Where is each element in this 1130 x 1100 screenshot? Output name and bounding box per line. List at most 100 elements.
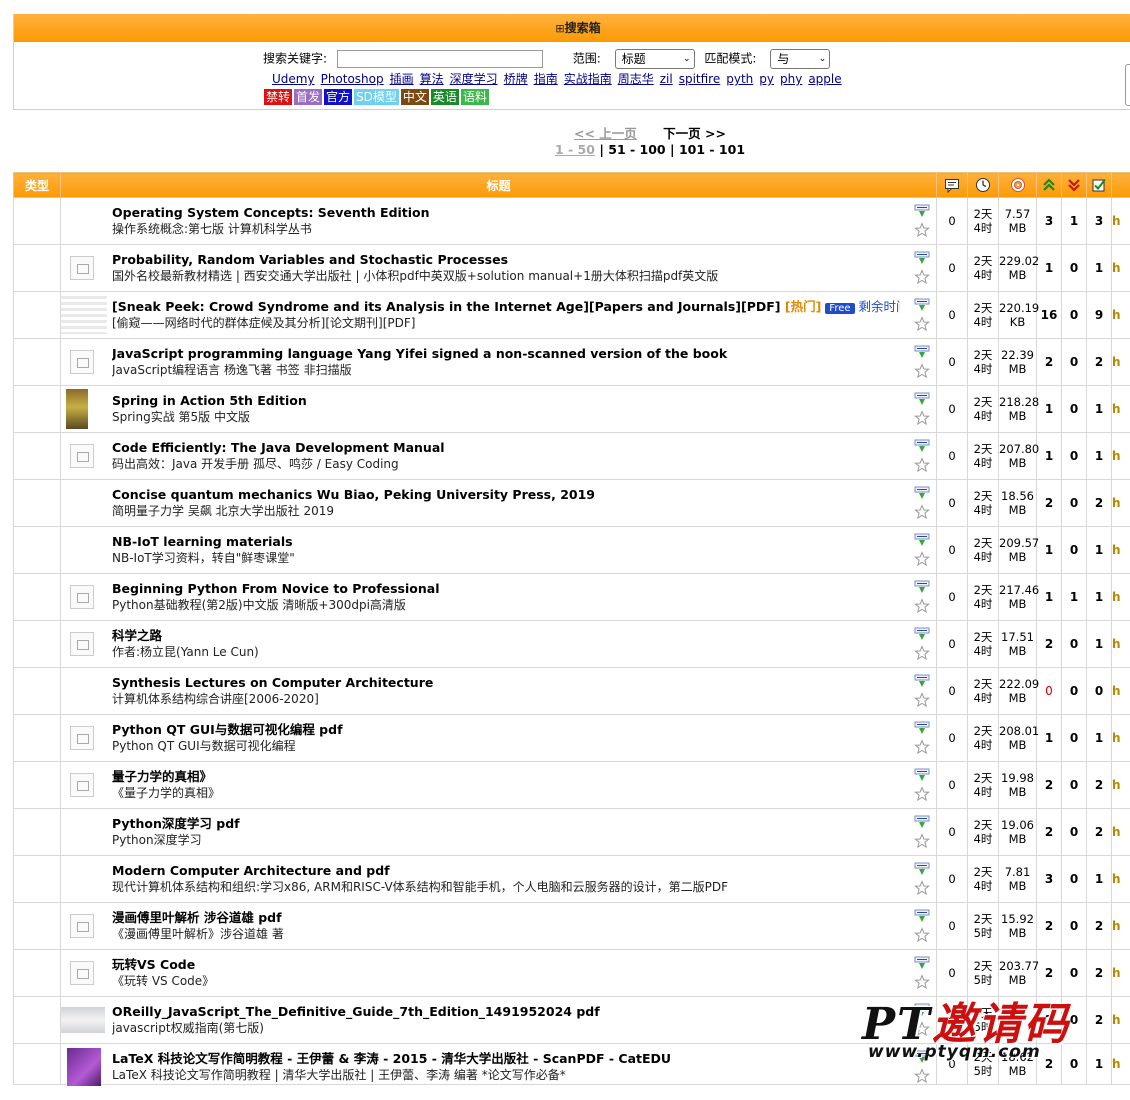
col-time-header[interactable] — [967, 172, 999, 198]
torrent-title-link[interactable]: LaTeX 科技论文写作简明教程 - 王伊蕾 & 李涛 - 2015 - 清华大… — [112, 1051, 671, 1066]
uploader-link[interactable]: h — [1111, 244, 1130, 292]
comments-count[interactable]: 0 — [936, 949, 968, 997]
star-icon[interactable] — [914, 833, 930, 849]
download-icon[interactable] — [914, 298, 930, 312]
star-icon[interactable] — [914, 927, 930, 943]
seeders-count[interactable]: 1 — [1036, 714, 1062, 762]
keyword-input[interactable] — [336, 49, 543, 68]
torrent-title-link[interactable]: OReilly_JavaScript_The_Definitive_Guide_… — [112, 1004, 600, 1019]
uploader-link[interactable]: h — [1111, 479, 1130, 527]
completed-count[interactable]: 3 — [1086, 197, 1112, 245]
star-icon[interactable] — [914, 410, 930, 426]
torrent-title-link[interactable]: Synthesis Lectures on Computer Architect… — [112, 675, 433, 690]
torrent-title-link[interactable]: 漫画傅里叶解析 涉谷道雄 pdf — [112, 910, 282, 925]
quick-link[interactable]: 深度学习 — [450, 72, 498, 86]
completed-count[interactable]: 1 — [1086, 620, 1112, 668]
comments-count[interactable]: 0 — [936, 197, 968, 245]
cover-thumbnail[interactable] — [67, 1048, 101, 1086]
search-box-header[interactable]: ⊞搜索箱 — [14, 14, 1130, 42]
leechers-count[interactable]: 0 — [1061, 902, 1087, 950]
completed-count[interactable]: 2 — [1086, 949, 1112, 997]
comments-count[interactable]: 0 — [936, 902, 968, 950]
leechers-count[interactable]: 0 — [1061, 385, 1087, 433]
uploader-link[interactable]: h — [1111, 1043, 1130, 1085]
uploader-link[interactable]: h — [1111, 573, 1130, 621]
quick-link[interactable]: 桥牌 — [504, 72, 528, 86]
col-comments-header[interactable] — [936, 172, 968, 198]
scope-select[interactable]: 标题 ⌄ — [614, 48, 695, 69]
uploader-link[interactable]: h — [1111, 620, 1130, 668]
seeders-count[interactable]: 2 — [1036, 479, 1062, 527]
comments-count[interactable]: 0 — [936, 667, 968, 715]
uploader-link[interactable]: h — [1111, 526, 1130, 574]
download-icon[interactable] — [914, 862, 930, 876]
quick-link[interactable]: 指南 — [534, 72, 558, 86]
col-uploader-header[interactable] — [1111, 172, 1130, 198]
comments-count[interactable]: 0 — [936, 1043, 968, 1085]
torrent-title-link[interactable]: Probability, Random Variables and Stocha… — [112, 252, 508, 267]
expand-toggle-icon[interactable]: ⊞ — [555, 22, 564, 35]
leechers-count[interactable]: 0 — [1061, 855, 1087, 903]
seeders-count[interactable]: 1 — [1036, 244, 1062, 292]
prev-page-link[interactable]: << 上一页 — [574, 126, 637, 141]
seeders-count[interactable]: 2 — [1036, 1043, 1062, 1085]
leechers-count[interactable]: 0 — [1061, 1043, 1087, 1085]
tag-filter[interactable]: 中文 — [400, 89, 429, 105]
torrent-title-link[interactable]: NB-IoT learning materials — [112, 534, 293, 549]
col-seeders-header[interactable] — [1036, 172, 1062, 198]
leechers-count[interactable]: 0 — [1061, 996, 1087, 1044]
star-icon[interactable] — [914, 269, 930, 285]
uploader-link[interactable]: h — [1111, 197, 1130, 245]
leechers-count[interactable]: 0 — [1061, 761, 1087, 809]
download-icon[interactable] — [914, 721, 930, 735]
seeders-count[interactable]: 0 — [1036, 667, 1062, 715]
torrent-title-link[interactable]: Modern Computer Architecture and pdf — [112, 863, 390, 878]
cover-thumbnail[interactable] — [61, 1007, 105, 1033]
seeders-count[interactable]: 1 — [1036, 432, 1062, 480]
completed-count[interactable]: 1 — [1086, 432, 1112, 480]
comments-count[interactable]: 0 — [936, 714, 968, 762]
leechers-count[interactable]: 0 — [1061, 667, 1087, 715]
uploader-link[interactable]: h — [1111, 902, 1130, 950]
comments-count[interactable]: 0 — [936, 573, 968, 621]
quick-link[interactable]: phy — [780, 72, 802, 86]
completed-count[interactable]: 2 — [1086, 479, 1112, 527]
uploader-link[interactable]: h — [1111, 808, 1130, 856]
seeders-count[interactable]: 1 — [1036, 385, 1062, 433]
seeders-count[interactable]: 2 — [1036, 338, 1062, 386]
uploader-link[interactable]: h — [1111, 855, 1130, 903]
download-icon[interactable] — [914, 251, 930, 265]
comments-count[interactable]: 0 — [936, 808, 968, 856]
col-title-header[interactable]: 标题 — [60, 172, 937, 198]
leechers-count[interactable]: 0 — [1061, 714, 1087, 762]
leechers-count[interactable]: 0 — [1061, 949, 1087, 997]
seeders-count[interactable]: 1 — [1036, 573, 1062, 621]
completed-count[interactable]: 2 — [1086, 996, 1112, 1044]
completed-count[interactable]: 1 — [1086, 573, 1112, 621]
tag-filter[interactable]: 首发 — [294, 89, 323, 105]
quick-link[interactable]: pyth — [726, 72, 753, 86]
torrent-title-link[interactable]: Beginning Python From Novice to Professi… — [112, 581, 439, 596]
col-size-header[interactable] — [998, 172, 1037, 198]
star-icon[interactable] — [914, 1068, 930, 1084]
download-icon[interactable] — [914, 815, 930, 829]
match-mode-select[interactable]: 与 ⌄ — [770, 48, 831, 69]
completed-count[interactable]: 1 — [1086, 714, 1112, 762]
comments-count[interactable]: 0 — [936, 385, 968, 433]
download-icon[interactable] — [914, 909, 930, 923]
completed-count[interactable]: 1 — [1086, 526, 1112, 574]
uploader-link[interactable]: h — [1111, 385, 1130, 433]
quick-link[interactable]: 算法 — [420, 72, 444, 86]
completed-count[interactable]: 9 — [1086, 291, 1112, 339]
download-icon[interactable] — [914, 439, 930, 453]
seeders-count[interactable]: 2 — [1036, 761, 1062, 809]
comments-count[interactable]: 0 — [936, 996, 968, 1044]
uploader-link[interactable]: h — [1111, 291, 1130, 339]
star-icon[interactable] — [914, 598, 930, 614]
star-icon[interactable] — [914, 645, 930, 661]
completed-count[interactable]: 2 — [1086, 808, 1112, 856]
star-icon[interactable] — [914, 692, 930, 708]
torrent-title-link[interactable]: 玩转VS Code — [112, 957, 195, 972]
comments-count[interactable]: 0 — [936, 526, 968, 574]
leechers-count[interactable]: 1 — [1061, 197, 1087, 245]
